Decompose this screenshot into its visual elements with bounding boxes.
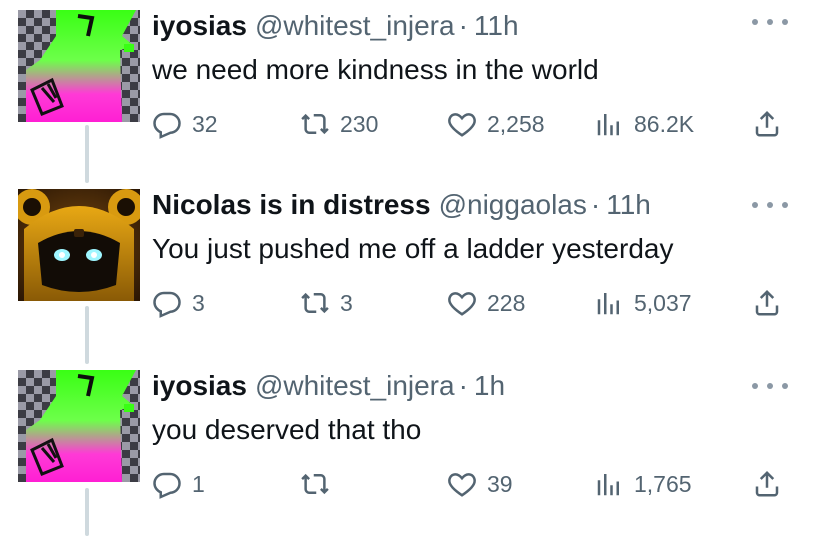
tweet-text: we need more kindness in the world [152,54,599,85]
reply-count: 3 [192,289,205,316]
view-count: 5,037 [634,289,692,316]
avatar[interactable] [18,370,140,482]
view-count: 86.2K [634,110,695,137]
share-icon [755,289,779,316]
timestamp[interactable]: 1h [474,370,505,402]
handle[interactable]: @niggaolas [439,189,587,221]
reply-icon [153,472,181,499]
like-button[interactable]: 39 [447,468,513,500]
share-button[interactable] [752,108,782,140]
share-icon [755,470,779,497]
reply-count: 32 [192,110,218,137]
like-button[interactable]: 2,258 [447,108,545,140]
more-icon[interactable] [752,376,788,396]
retweet-button[interactable]: 230 [300,108,378,140]
like-count: 228 [487,289,526,316]
like-icon [448,113,476,137]
like-button[interactable]: 228 [447,287,525,319]
reply-count: 1 [192,470,205,497]
display-name[interactable]: iyosias [152,10,247,42]
tweet-text: you deserved that tho [152,414,422,445]
reply-icon [153,291,181,318]
retweet-count: 3 [340,289,353,316]
views-icon [597,114,619,136]
share-button[interactable] [752,468,782,500]
avatar[interactable] [18,10,140,122]
checkered-cartoon-avatar-icon [18,10,140,122]
share-button[interactable] [752,287,782,319]
views-button[interactable]: 86.2K [594,108,694,140]
like-count: 39 [487,470,513,497]
checkered-cartoon-avatar-icon [18,370,140,482]
timestamp[interactable]: 11h [606,189,651,221]
reply-icon [153,112,181,139]
handle[interactable]: @whitest_injera [255,10,455,42]
tweet[interactable]: Nicolas is in distress @niggaolas · 11h … [0,181,828,361]
separator: · [590,189,601,220]
views-button[interactable]: 1,765 [594,468,692,500]
retweet-icon [301,113,329,135]
reply-button[interactable]: 3 [152,287,205,319]
share-icon [755,110,779,137]
more-icon[interactable] [752,12,788,32]
tweet-text: You just pushed me off a ladder yesterda… [152,233,674,264]
retweet-button[interactable] [300,468,340,500]
more-icon[interactable] [752,195,788,215]
separator: · [458,10,468,41]
tweet-header: Nicolas is in distress @niggaolas · 11h [152,189,651,223]
like-icon [448,473,476,497]
reply-button[interactable]: 1 [152,468,205,500]
avatar[interactable] [18,189,140,301]
tweet-header: iyosias @whitest_injera · 1h [152,370,505,404]
retweet-icon [301,292,329,314]
retweet-count: 230 [340,110,379,137]
tweet[interactable]: iyosias @whitest_injera · 1h you deserve… [0,362,828,536]
views-button[interactable]: 5,037 [594,287,692,319]
retweet-icon [301,473,329,495]
like-count: 2,258 [487,110,545,137]
views-icon [597,293,619,315]
separator: · [458,370,468,401]
bear-robot-avatar-icon [18,189,140,301]
timestamp[interactable]: 11h [474,10,519,42]
display-name[interactable]: iyosias [152,370,247,402]
view-count: 1,765 [634,470,692,497]
views-icon [597,474,619,496]
reply-button[interactable]: 32 [152,108,218,140]
retweet-button[interactable]: 3 [300,287,353,319]
display-name[interactable]: Nicolas is in distress [152,189,431,221]
like-icon [448,292,476,316]
tweet[interactable]: iyosias @whitest_injera · 11h we need mo… [0,0,828,180]
handle[interactable]: @whitest_injera [255,370,455,402]
tweet-header: iyosias @whitest_injera · 11h [152,10,519,44]
